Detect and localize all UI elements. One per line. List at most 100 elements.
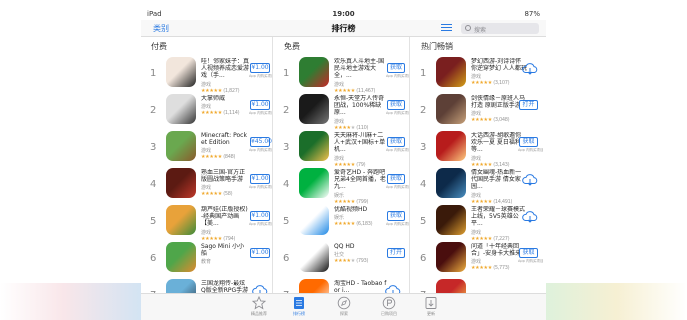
app-icon[interactable] <box>166 279 196 293</box>
app-icon[interactable] <box>436 131 466 161</box>
app-name[interactable]: 熟血三国-官方正版圆战策略手游 <box>201 169 249 183</box>
list-view-icon[interactable] <box>441 24 452 33</box>
app-name[interactable]: 爱奇艺HD - 奔跑吧兄弟4全网首播，老九... <box>334 169 387 191</box>
app-icon[interactable] <box>299 57 329 87</box>
app-name[interactable]: 王者荣耀－球赛模式上线，5V5英雄公平... <box>471 206 527 228</box>
app-icon[interactable] <box>299 242 329 272</box>
star-rating: ★★★★★ (3,048) <box>471 117 510 124</box>
price-button[interactable]: ¥1.00 <box>250 174 270 184</box>
app-row[interactable]: 7 <box>411 277 546 293</box>
app-icon[interactable] <box>166 94 196 124</box>
price-button[interactable]: ¥1.00 <box>250 248 270 258</box>
price-button[interactable]: 获取 <box>387 174 405 184</box>
app-name[interactable]: 永恒-天堂万人传奇团战，100%稀缺原... <box>334 95 387 117</box>
app-name[interactable]: 天天麻将-川麻+二人+武汉+国标+单机... <box>334 132 387 154</box>
app-rank: 5 <box>420 216 427 227</box>
app-icon[interactable] <box>166 242 196 272</box>
app-row[interactable]: 4 倩女幽魂-热血新一代国民手游 倩女家园... 游戏 ★★★★★ (14,491) <box>411 166 546 205</box>
cloud-download-icon[interactable] <box>384 284 402 293</box>
app-row[interactable]: 2 剑侠情缘－原班人马打造 原剧正版手游 游戏 ★★★★★ (3,048) 打开 <box>411 92 546 130</box>
price-button[interactable]: 获取 <box>387 211 405 221</box>
app-row[interactable]: 7淘宝HD - Taobao for i... <box>274 277 409 293</box>
price-button[interactable]: 获取 <box>519 248 538 258</box>
app-icon[interactable] <box>436 168 466 198</box>
app-rank: 2 <box>150 105 157 116</box>
app-name[interactable]: 淘宝HD - Taobao for i... <box>334 280 387 293</box>
price-button[interactable]: 获取 <box>387 63 405 73</box>
app-name[interactable]: 三国龙翔传-最炫Q版全新RPG手游 <box>201 280 249 293</box>
app-row[interactable]: 7三国龙翔传-最炫Q版全新RPG手游游戏 <box>141 277 272 293</box>
price-button[interactable]: 打开 <box>519 100 538 110</box>
price-button[interactable]: 打开 <box>387 248 405 258</box>
app-icon[interactable] <box>299 168 329 198</box>
app-icon[interactable] <box>299 94 329 124</box>
price-button[interactable]: ¥1.00 <box>250 211 270 221</box>
categories-back-button[interactable]: 类别 <box>153 23 169 34</box>
app-row[interactable]: 4 爱奇艺HD - 奔跑吧兄弟4全网首播，老九... 娱乐 ★★★★★ (799) 获取… <box>274 166 409 205</box>
app-icon[interactable] <box>299 205 329 235</box>
tab-item[interactable]: 探索 <box>324 296 364 317</box>
price-button[interactable]: ¥1.00 <box>250 63 270 73</box>
app-row[interactable]: 1 欢乐真人斗地主-国民斗地主游戏大全，... 游戏 ★★★★★ (11,467) 获取… <box>274 55 409 94</box>
app-icon[interactable] <box>299 279 329 293</box>
app-icon[interactable] <box>436 242 466 272</box>
app-row[interactable]: 5 王者荣耀－球赛模式上线，5V5英雄公平... 游戏 ★★★★★ (7,227) <box>411 203 546 242</box>
app-icon[interactable] <box>166 131 196 161</box>
app-icon[interactable] <box>166 168 196 198</box>
app-row[interactable]: 2 大掌师威 游戏 ★★★★★ (1,114) ¥1.00 App 内购买项目 <box>141 92 272 130</box>
app-name[interactable]: 倩女幽魂-热血新一代国民手游 倩女家园... <box>471 169 527 191</box>
app-name[interactable]: Sago Mini 小小船 <box>201 243 249 257</box>
app-row[interactable]: 6 问道「十年经典回合」-安身卡大推来... 游戏 ★★★★★ (5,773) 获取 Ap… <box>411 240 546 278</box>
app-row[interactable]: 2 永恒-天堂万人传奇团战，100%稀缺原... 游戏 ★★★★★ (110) 获取 Ap… <box>274 92 409 131</box>
app-icon[interactable] <box>166 205 196 235</box>
app-name[interactable]: Minecraft: Pocket Edition <box>201 132 249 146</box>
app-name[interactable]: 梦幻西游-刘诗诗怀你逆穿梦幻 人人都玩 <box>471 58 527 72</box>
in-app-purchase-note: App 内购买项目 <box>249 111 273 115</box>
app-name[interactable]: 欢乐真人斗地主-国民斗地主游戏大全，... <box>334 58 387 80</box>
app-row[interactable]: 3 大话西游-胡歌邀你欢乐一夏 夏日福利等... 游戏 ★★★★★ (3,143) 获取… <box>411 129 546 168</box>
cloud-download-icon[interactable] <box>251 284 269 293</box>
tab-item[interactable]: 已购项目 <box>369 296 409 317</box>
app-icon[interactable] <box>436 279 466 293</box>
rating-count: (5,773) <box>493 265 510 272</box>
app-category: 娱乐 <box>334 192 345 199</box>
tab-item[interactable]: 精品推荐 <box>239 296 279 317</box>
search-input[interactable]: 搜索 <box>461 23 539 34</box>
app-row[interactable]: 1 梦幻西游-刘诗诗怀你逆穿梦幻 人人都玩 游戏 ★★★★★ (3,107) <box>411 55 546 93</box>
app-row[interactable]: 6 Sago Mini 小小船 教育 ¥1.00 <box>141 240 272 278</box>
app-icon[interactable] <box>436 205 466 235</box>
app-row[interactable]: 5 葫芦娃(正版授权)-经典国产动画【美... 游戏 ★★★★★ (794) ¥1.00… <box>141 203 272 242</box>
app-name[interactable]: 葫芦娃(正版授权)-经典国产动画【美... <box>201 206 249 228</box>
price-button[interactable]: ¥45.00 <box>250 137 272 147</box>
app-name[interactable]: 哇！邻家妹子：真人视频养成恋爱游戏（手... <box>201 58 249 80</box>
app-row[interactable]: 5 优酷视频HD 娱乐 ★★★★★ (6,183) 获取 App 内购买项目 <box>274 203 409 241</box>
app-name[interactable]: 大掌师威 <box>201 95 249 102</box>
app-row[interactable]: 4 熟血三国-官方正版圆战策略手游 游戏 ★★★★★ (58) ¥1.00 App 内购买… <box>141 166 272 204</box>
updates-icon <box>425 297 437 309</box>
tab-item[interactable]: 更新 <box>411 296 451 317</box>
app-category: 游戏 <box>334 81 345 88</box>
app-name[interactable]: QQ HD <box>334 243 387 250</box>
star-rating: ★★★★★ (6,183) <box>334 221 373 228</box>
tab-item[interactable]: 排行榜 <box>279 296 319 317</box>
app-row[interactable]: 3 Minecraft: Pocket Edition 游戏 ★★★★★ (848) ¥… <box>141 129 272 167</box>
app-info: 梦幻西游-刘诗诗怀你逆穿梦幻 人人都玩 游戏 ★★★★★ (3,107) <box>471 58 527 86</box>
app-row[interactable]: 6 QQ HD 社交 ★★★★★ (793) 打开 <box>274 240 409 278</box>
cloud-download-icon[interactable] <box>521 173 539 187</box>
app-icon[interactable] <box>299 131 329 161</box>
price-button[interactable]: 获取 <box>387 137 405 147</box>
app-name[interactable]: 优酷视频HD <box>334 206 387 213</box>
app-icon[interactable] <box>436 94 466 124</box>
cloud-download-icon[interactable] <box>521 62 539 76</box>
app-icon[interactable] <box>166 57 196 87</box>
app-row[interactable]: 1 哇！邻家妹子：真人视频养成恋爱游戏（手... 游戏 ★★★★★ (1,827) ¥1… <box>141 55 272 94</box>
price-button[interactable]: 获取 <box>387 100 405 110</box>
app-icon[interactable] <box>436 57 466 87</box>
price-button[interactable]: 获取 <box>519 137 538 147</box>
app-row[interactable]: 3 天天麻将-川麻+二人+武汉+国标+单机... 游戏 ★★★★★ (79) 获取 App… <box>274 129 409 168</box>
price-button[interactable]: ¥1.00 <box>250 100 270 110</box>
star-rating: ★★★★★ (5,773) <box>471 265 510 272</box>
cloud-download-icon[interactable] <box>521 210 539 224</box>
navigation-bar: 类别 排行榜 搜索 <box>141 20 546 37</box>
tab-bar: 精品推荐 排行榜 探索 已购项目 更新 <box>141 293 546 320</box>
